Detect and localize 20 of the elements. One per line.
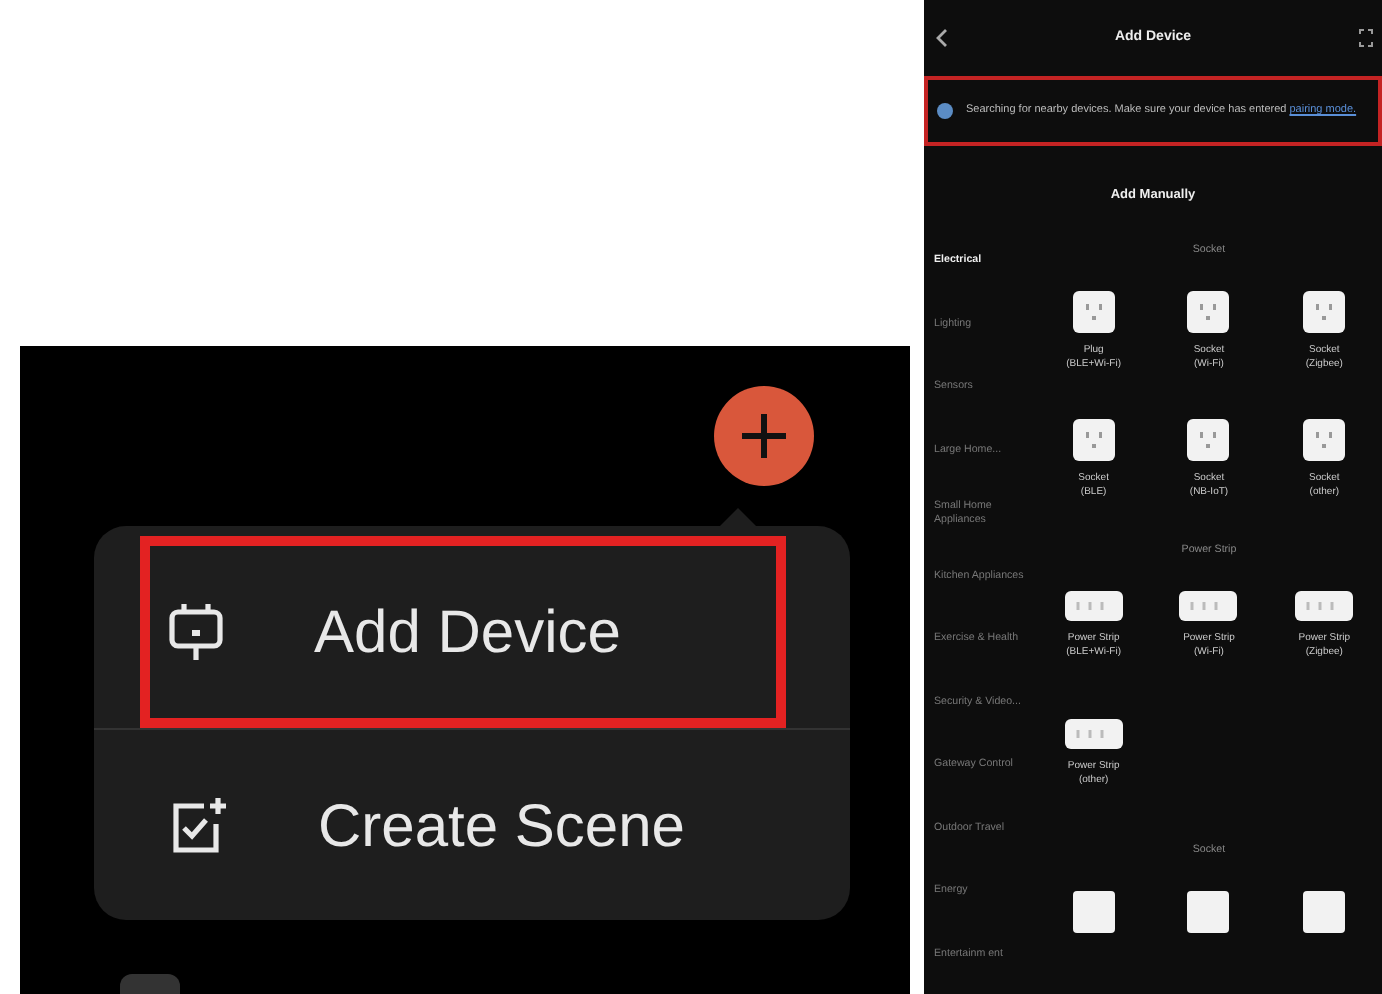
calendar-check-icon bbox=[168, 796, 228, 856]
device-icon bbox=[1302, 889, 1347, 934]
socket-icon bbox=[1302, 417, 1347, 462]
socket-icon bbox=[1186, 289, 1231, 334]
plus-icon bbox=[738, 410, 790, 462]
socket-icon bbox=[1071, 417, 1116, 462]
radar-icon bbox=[936, 102, 954, 120]
menu-item[interactable]: Create Scene bbox=[94, 730, 850, 922]
power-strip-icon bbox=[1063, 717, 1124, 750]
device-icon bbox=[168, 602, 224, 662]
device-icon bbox=[1186, 889, 1231, 934]
socket-icon bbox=[1071, 289, 1116, 334]
device-icon bbox=[1071, 889, 1116, 934]
menu-item[interactable]: Add Device bbox=[140, 536, 786, 728]
add-button[interactable] bbox=[714, 386, 814, 486]
socket-icon bbox=[1186, 417, 1231, 462]
power-strip-icon bbox=[1063, 589, 1124, 622]
power-strip-icon bbox=[1178, 589, 1239, 622]
socket-icon bbox=[1302, 289, 1347, 334]
power-strip-icon bbox=[1294, 589, 1355, 622]
